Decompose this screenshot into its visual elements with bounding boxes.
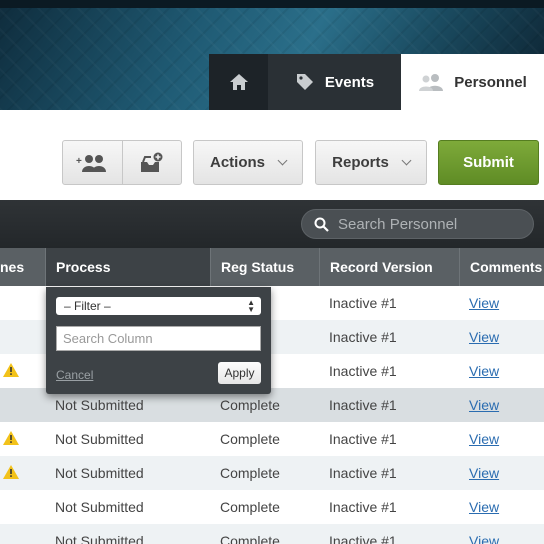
filter-select[interactable]: – Filter – ▲ ▼ [56,297,261,315]
actions-button[interactable]: Actions [193,140,303,185]
process-cell: Not Submitted [55,431,144,447]
search-icon [314,217,329,232]
tab-personnel[interactable]: Personnel [401,54,544,110]
column-header-record-version[interactable]: Record Version [319,248,459,286]
cancel-link[interactable]: Cancel [56,368,93,382]
reports-button[interactable]: Reports [315,140,427,185]
table-row[interactable]: Not Submitted Complete Inactive #1 View [0,456,544,490]
search-column-input[interactable]: Search Column [56,326,261,351]
view-comments-link[interactable]: View [469,524,499,544]
view-comments-link[interactable]: View [469,490,499,524]
column-header-process[interactable]: Process [45,248,210,286]
column-header-reg-status[interactable]: Reg Status [210,248,319,286]
column-header-nes[interactable]: nes [0,248,45,286]
reg-status-cell: Complete [220,533,280,544]
warning-icon [3,465,19,479]
record-version-cell: Inactive #1 [329,295,397,311]
record-version-cell: Inactive #1 [329,397,397,413]
search-placeholder: Search Personnel [338,215,458,233]
submit-button[interactable]: Submit [438,140,539,185]
record-version-cell: Inactive #1 [329,431,397,447]
reg-status-cell: Complete [220,431,280,447]
tab-home[interactable] [209,54,268,110]
view-comments-link[interactable]: View [469,320,499,354]
add-person-button[interactable]: + [63,141,122,184]
view-comments-link[interactable]: View [469,354,499,388]
warning-icon [3,431,19,445]
column-header-label: Reg Status [221,259,295,275]
record-version-cell: Inactive #1 [329,465,397,481]
chevron-down-icon [401,155,412,166]
reg-status-cell: Complete [220,465,280,481]
column-header-comments[interactable]: Comments [459,248,544,286]
record-version-cell: Inactive #1 [329,363,397,379]
icon-button-group: + [62,140,182,185]
reg-status-cell: Complete [220,499,280,515]
home-icon [229,74,248,90]
view-comments-link[interactable]: View [469,388,499,422]
record-version-cell: Inactive #1 [329,533,397,544]
reports-label: Reports [332,154,389,171]
table-header: nes Process Reg Status Record Version Co… [0,248,544,286]
tab-personnel-label: Personnel [454,73,527,91]
column-header-label: Comments [470,259,543,275]
search-personnel-input[interactable]: Search Personnel [301,209,534,239]
submit-label: Submit [463,154,514,171]
process-cell: Not Submitted [55,533,144,544]
add-inbox-button[interactable] [121,141,182,184]
record-version-cell: Inactive #1 [329,329,397,345]
apply-button[interactable]: Apply [218,362,261,384]
warning-icon [3,363,19,377]
search-column-placeholder: Search Column [63,331,153,346]
column-header-label: Record Version [330,259,433,275]
tag-icon [296,74,313,90]
column-header-label: nes [0,259,25,275]
chevron-down-icon [277,155,288,166]
apply-label: Apply [224,366,255,380]
filter-select-value: – Filter – [64,299,111,313]
process-cell: Not Submitted [55,499,144,515]
column-header-label: Process [56,259,111,275]
actions-label: Actions [209,154,265,171]
tab-events-label: Events [324,73,375,91]
tab-events[interactable]: Events [268,54,401,110]
inbox-add-icon [140,152,163,172]
view-comments-link[interactable]: View [469,456,499,490]
view-comments-link[interactable]: View [469,286,499,320]
select-arrows-icon: ▲ ▼ [247,298,255,314]
people-icon [419,74,444,91]
table-row[interactable]: Not Submitted Complete Inactive #1 View [0,490,544,524]
view-comments-link[interactable]: View [469,422,499,456]
add-person-icon: + [76,154,107,172]
table-row[interactable]: Not Submitted Complete Inactive #1 View [0,524,544,544]
column-filter-popup: – Filter – ▲ ▼ Search Column Cancel Apply [46,287,271,394]
process-cell: Not Submitted [55,465,144,481]
svg-text:+: + [76,156,82,167]
record-version-cell: Inactive #1 [329,499,397,515]
table-row[interactable]: Not Submitted Complete Inactive #1 View [0,422,544,456]
banner-top-strip [0,0,544,8]
